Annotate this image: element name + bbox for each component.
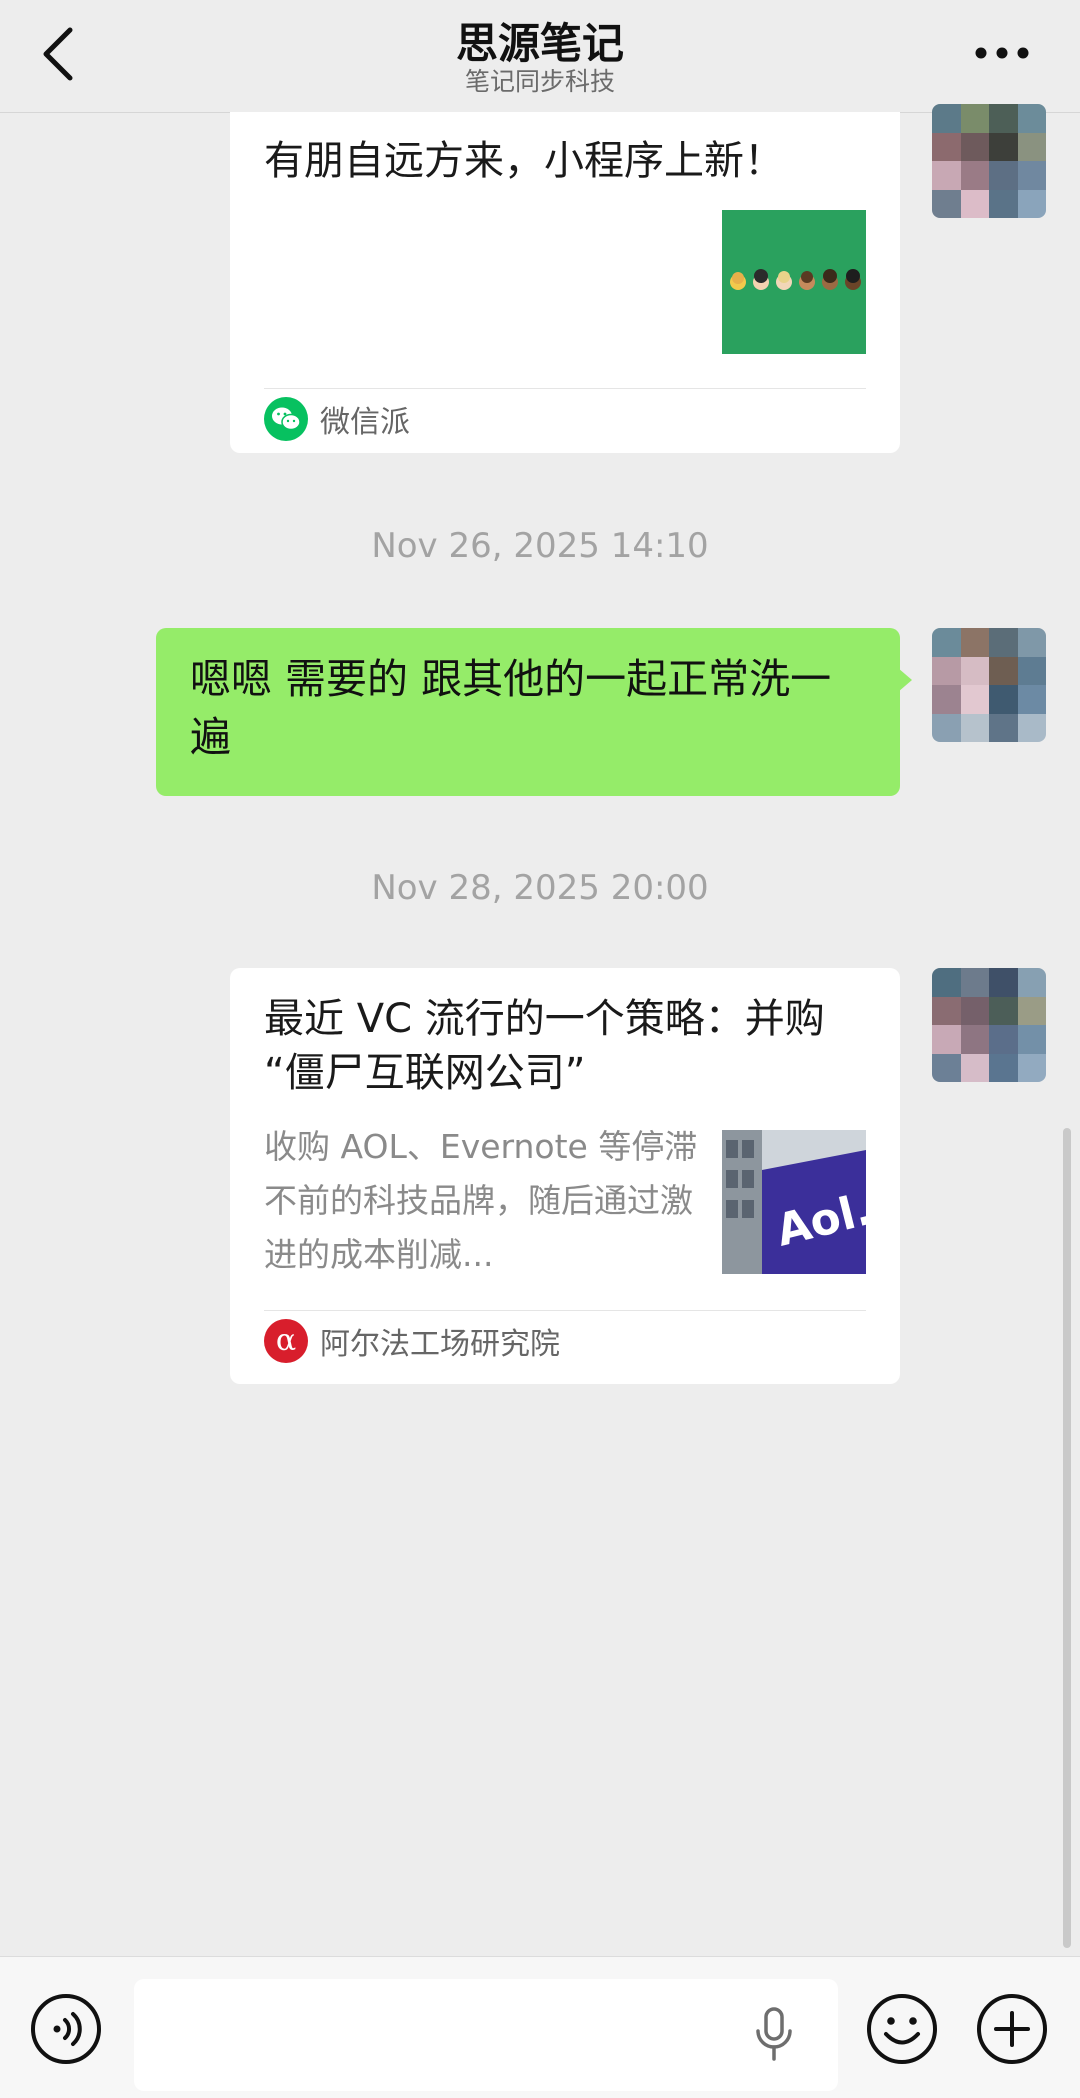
link-card-divider bbox=[264, 388, 866, 389]
alpha-logo-icon: α bbox=[264, 1319, 308, 1363]
avatar[interactable] bbox=[932, 104, 1046, 218]
microphone-icon[interactable] bbox=[754, 2007, 794, 2063]
link-card-source: 微信派 bbox=[264, 396, 410, 442]
chat-header: 思源笔记 笔记同步科技 bbox=[0, 0, 1080, 113]
link-card-thumbnail: Aol. bbox=[722, 1130, 866, 1274]
scrollbar[interactable] bbox=[1063, 1128, 1071, 1948]
link-card-source: α 阿尔法工场研究院 bbox=[264, 1318, 560, 1364]
more-icon[interactable] bbox=[974, 46, 1030, 60]
avatar[interactable] bbox=[932, 628, 1046, 742]
bubble-tail bbox=[898, 668, 912, 692]
link-card-title: 最近 VC 流行的一个策略：并购 “僵尸互联网公司” bbox=[264, 996, 825, 1096]
message-input[interactable] bbox=[134, 1979, 838, 2091]
chat-subtitle: 笔记同步科技 bbox=[464, 67, 615, 96]
input-bar bbox=[0, 1956, 1080, 2098]
emoji-icon[interactable] bbox=[866, 1993, 938, 2065]
link-card-title: 有朋自远方来，小程序上新！ bbox=[264, 138, 784, 184]
link-card-description: 收购 AOL、Evernote 等停滞不前的科技品牌，随后通过激进的成本削减..… bbox=[264, 1127, 698, 1274]
link-card-thumbnail bbox=[722, 210, 866, 354]
voice-icon[interactable] bbox=[30, 1993, 102, 2065]
link-card-source-name: 微信派 bbox=[320, 405, 410, 440]
link-card-1[interactable]: 有朋自远方来，小程序上新！ 微信派 bbox=[230, 112, 900, 453]
timestamp: Nov 28, 2025 20:00 bbox=[371, 868, 709, 908]
link-card-divider bbox=[264, 1310, 866, 1311]
message-text: 嗯嗯 需要的 跟其他的一起正常洗一遍 bbox=[190, 655, 832, 761]
link-card-source-name: 阿尔法工场研究院 bbox=[320, 1327, 560, 1362]
wechat-icon bbox=[264, 397, 308, 441]
text-message-bubble[interactable]: 嗯嗯 需要的 跟其他的一起正常洗一遍 bbox=[156, 628, 900, 796]
timestamp: Nov 26, 2025 14:10 bbox=[371, 526, 709, 566]
avatar[interactable] bbox=[932, 968, 1046, 1082]
plus-icon[interactable] bbox=[976, 1993, 1048, 2065]
link-card-2[interactable]: 最近 VC 流行的一个策略：并购 “僵尸互联网公司” 收购 AOL、Everno… bbox=[230, 968, 900, 1384]
